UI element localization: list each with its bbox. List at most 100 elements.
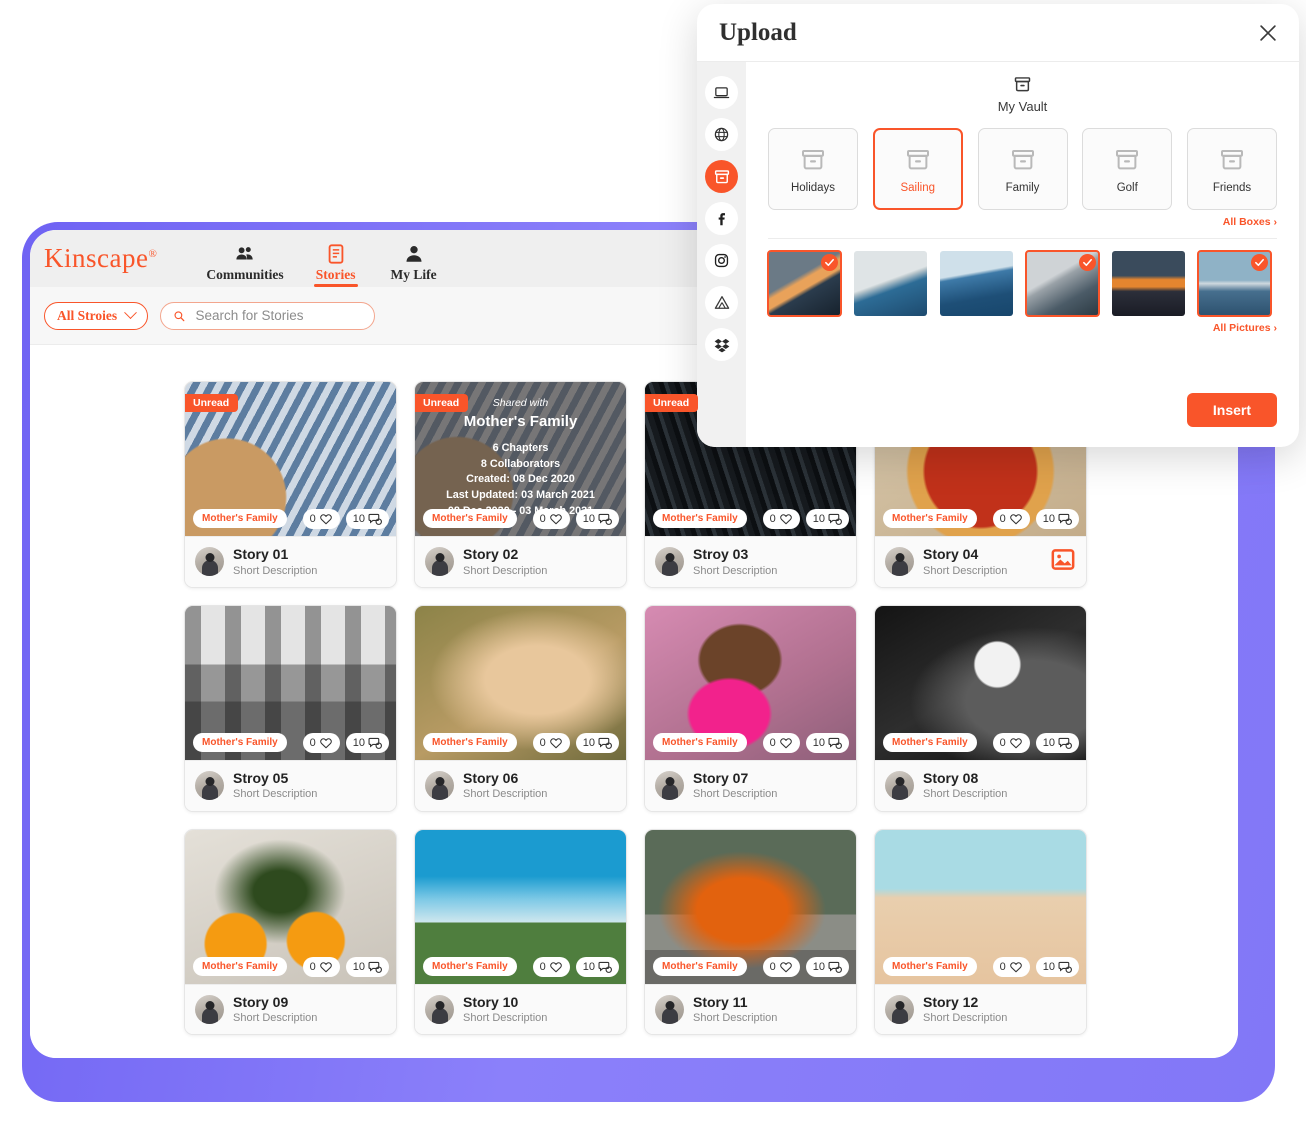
all-pictures-link[interactable]: All Pictures › bbox=[768, 322, 1277, 334]
overlay-family-name: Mother's Family bbox=[463, 413, 578, 431]
screenshot-root: Kinscape® Communities Stories My Life Al… bbox=[0, 0, 1306, 1125]
nav-item-communities[interactable]: Communities bbox=[206, 230, 284, 287]
heart-icon bbox=[319, 961, 332, 972]
nav-item-my-life[interactable]: My Life bbox=[388, 230, 440, 287]
picture-thumbnail[interactable] bbox=[854, 251, 927, 316]
story-card[interactable]: Mother's Family 0 10 Story 12 Short Descript… bbox=[874, 828, 1087, 1036]
avatar bbox=[195, 547, 224, 577]
source-web-button[interactable] bbox=[705, 118, 738, 151]
like-stat[interactable]: 0 bbox=[302, 509, 340, 529]
like-stat[interactable]: 0 bbox=[302, 956, 340, 977]
like-stat[interactable]: 0 bbox=[532, 956, 570, 977]
family-pill[interactable]: Mother's Family bbox=[883, 509, 977, 528]
like-stat[interactable]: 0 bbox=[762, 956, 800, 977]
story-card[interactable]: Mother's Family 0 10 Story 07 Short Descript… bbox=[644, 604, 857, 812]
comment-stat[interactable]: 10 bbox=[805, 732, 849, 753]
vault-box-item[interactable]: Golf bbox=[1082, 128, 1173, 210]
family-pill[interactable]: Mother's Family bbox=[193, 732, 287, 752]
like-stat[interactable]: 0 bbox=[992, 956, 1030, 977]
heart-icon bbox=[1009, 738, 1022, 749]
source-vault-button[interactable] bbox=[705, 160, 738, 193]
heart-icon bbox=[779, 514, 792, 525]
source-dropbox-button[interactable] bbox=[705, 328, 738, 361]
comment-stat[interactable]: 10 bbox=[1035, 956, 1079, 977]
story-stats: 0 10 bbox=[532, 956, 619, 977]
family-pill[interactable]: Mother's Family bbox=[653, 732, 747, 752]
family-pill[interactable]: Mother's Family bbox=[423, 732, 517, 752]
comment-count: 10 bbox=[352, 513, 365, 525]
search-container[interactable] bbox=[160, 301, 376, 330]
story-title: Story 07 bbox=[693, 769, 749, 786]
comment-icon bbox=[598, 513, 612, 525]
upload-modal-body: My Vault Holidays Sailing Family Golf Friend… bbox=[697, 62, 1299, 447]
kinscape-logo[interactable]: Kinscape® bbox=[44, 243, 166, 274]
picture-thumbnail[interactable] bbox=[1112, 251, 1185, 316]
logo-text: Kinscape bbox=[44, 243, 149, 273]
family-pill[interactable]: Mother's Family bbox=[193, 956, 287, 976]
insert-button[interactable]: Insert bbox=[1186, 393, 1277, 427]
like-stat[interactable]: 0 bbox=[992, 732, 1030, 753]
comment-stat[interactable]: 10 bbox=[1035, 732, 1079, 753]
vault-box-item[interactable]: Family bbox=[977, 128, 1068, 210]
comment-stat[interactable]: 10 bbox=[805, 509, 849, 529]
all-boxes-link[interactable]: All Boxes › bbox=[768, 216, 1277, 228]
source-google-drive-button[interactable] bbox=[705, 286, 738, 319]
person-icon bbox=[406, 246, 422, 262]
family-pill[interactable]: Mother's Family bbox=[883, 732, 977, 752]
instagram-icon bbox=[714, 253, 729, 268]
comment-stat[interactable]: 10 bbox=[1035, 509, 1079, 529]
story-title: Story 08 bbox=[923, 769, 979, 786]
comment-stat[interactable]: 10 bbox=[575, 509, 619, 529]
story-card[interactable]: Mother's Family 0 10 Story 08 Short Descript… bbox=[874, 604, 1087, 812]
comment-stat[interactable]: 10 bbox=[345, 509, 389, 529]
nav-item-stories[interactable]: Stories bbox=[310, 230, 362, 287]
picture-thumbnail[interactable] bbox=[940, 251, 1013, 316]
vault-box-item[interactable]: Holidays bbox=[768, 128, 858, 210]
like-stat[interactable]: 0 bbox=[532, 732, 570, 753]
story-card-media: Shared with Mother's Family 6 Chapters 8 Co… bbox=[415, 382, 626, 536]
family-pill[interactable]: Mother's Family bbox=[193, 509, 287, 528]
story-stats: 0 10 bbox=[302, 956, 389, 977]
comment-stat[interactable]: 10 bbox=[575, 732, 619, 753]
vault-box-item[interactable]: Friends bbox=[1187, 128, 1277, 210]
source-laptop-button[interactable] bbox=[705, 76, 738, 109]
story-card-media: Mother's Family 0 10 bbox=[415, 605, 626, 760]
source-instagram-button[interactable] bbox=[705, 244, 738, 277]
story-card[interactable]: Mother's Family 0 10 Story 06 Short Descript… bbox=[414, 604, 627, 812]
family-pill[interactable]: Mother's Family bbox=[423, 509, 517, 528]
story-card[interactable]: Unread Mother's Family 0 10 Story 01 Short De… bbox=[184, 381, 397, 588]
comment-stat[interactable]: 10 bbox=[345, 956, 389, 977]
family-pill[interactable]: Mother's Family bbox=[653, 956, 747, 976]
like-stat[interactable]: 0 bbox=[762, 509, 800, 529]
picture-thumbnail[interactable] bbox=[1025, 250, 1100, 317]
comment-stat[interactable]: 10 bbox=[575, 956, 619, 977]
comment-stat[interactable]: 10 bbox=[345, 732, 389, 753]
close-modal-button[interactable] bbox=[1257, 22, 1279, 44]
overlay-detail-line: 6 Chapters bbox=[492, 441, 549, 454]
comment-count: 10 bbox=[1042, 736, 1055, 749]
like-stat[interactable]: 0 bbox=[302, 732, 340, 753]
story-card-footer: Story 04 Short Description bbox=[875, 536, 1086, 587]
like-stat[interactable]: 0 bbox=[992, 509, 1030, 529]
like-stat[interactable]: 0 bbox=[532, 509, 570, 529]
comment-icon bbox=[828, 737, 842, 749]
story-image-action-button[interactable] bbox=[1050, 546, 1076, 577]
family-pill[interactable]: Mother's Family bbox=[653, 509, 747, 528]
story-card[interactable]: Mother's Family 0 10 Story 09 Short Descript… bbox=[184, 828, 397, 1036]
like-stat[interactable]: 0 bbox=[762, 732, 800, 753]
story-card-footer: Story 08 Short Description bbox=[875, 759, 1086, 811]
picture-thumbnail[interactable] bbox=[1197, 250, 1272, 317]
story-card[interactable]: Mother's Family 0 10 Story 11 Short Descript… bbox=[644, 828, 857, 1036]
story-card[interactable]: Mother's Family 0 10 Story 10 Short Descript… bbox=[414, 828, 627, 1036]
picture-thumbnail[interactable] bbox=[767, 250, 842, 317]
all-stories-filter[interactable]: All Stroies bbox=[44, 301, 149, 330]
story-card[interactable]: Mother's Family 0 10 Stroy 05 Short Descript… bbox=[184, 604, 397, 812]
story-card[interactable]: Shared with Mother's Family 6 Chapters 8 Co… bbox=[414, 381, 627, 588]
source-facebook-button[interactable] bbox=[705, 202, 738, 235]
comment-stat[interactable]: 10 bbox=[805, 956, 849, 977]
vault-box-item[interactable]: Sailing bbox=[872, 128, 963, 210]
story-card-text: Story 08 Short Description bbox=[923, 770, 1007, 802]
family-pill[interactable]: Mother's Family bbox=[883, 956, 977, 976]
search-input[interactable] bbox=[195, 308, 363, 323]
family-pill[interactable]: Mother's Family bbox=[423, 956, 517, 976]
